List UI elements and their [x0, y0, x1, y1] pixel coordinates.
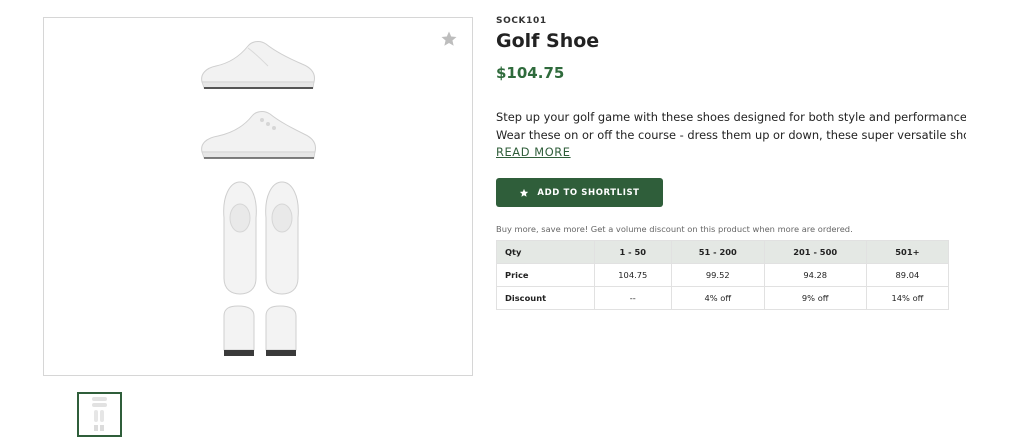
table-cell: 9% off — [763, 286, 867, 310]
table-row: Discount -- 4% off 9% off 14% off — [496, 286, 950, 310]
table-cell: 94.28 — [763, 263, 867, 287]
table-header-cell: 201 - 500 — [763, 240, 867, 264]
volume-discount-note: Buy more, save more! Get a volume discou… — [496, 224, 853, 234]
product-sku: SOCK101 — [496, 16, 547, 26]
table-header-cell: 1 - 50 — [593, 240, 672, 264]
product-image-gallery[interactable] — [43, 17, 473, 376]
read-more-link[interactable]: READ MORE — [496, 145, 571, 159]
add-to-shortlist-label: ADD TO SHORTLIST — [537, 187, 640, 198]
star-icon[interactable] — [440, 30, 458, 48]
table-cell: 104.75 — [593, 263, 672, 287]
table-cell: 89.04 — [865, 263, 950, 287]
table-cell: 99.52 — [670, 263, 765, 287]
table-header-cell: 51 - 200 — [670, 240, 765, 264]
thumbnail-image — [92, 397, 107, 431]
product-description: Step up your golf game with these shoes … — [496, 108, 966, 144]
product-price: $104.75 — [496, 64, 565, 82]
table-cell: 4% off — [670, 286, 765, 310]
table-row: Price 104.75 99.52 94.28 89.04 — [496, 263, 950, 287]
star-icon — [520, 188, 529, 197]
shoe-side-view-image — [201, 41, 315, 89]
table-cell: Discount — [496, 286, 595, 310]
table-cell: 14% off — [865, 286, 950, 310]
product-thumbnail[interactable] — [77, 392, 122, 437]
shoe-top-view-image — [223, 181, 299, 295]
shoe-lateral-view-image — [201, 111, 316, 159]
volume-pricing-table: Qty 1 - 50 51 - 200 201 - 500 501+ Price… — [496, 240, 950, 310]
table-header-cell: 501+ — [865, 240, 950, 264]
add-to-shortlist-button[interactable]: ADD TO SHORTLIST — [496, 178, 663, 207]
description-line: Wear these on or off the course - dress … — [496, 128, 966, 142]
product-title: Golf Shoe — [496, 30, 600, 52]
shoe-back-view-image — [223, 305, 297, 356]
table-cell: Price — [496, 263, 595, 287]
description-line: Step up your golf game with these shoes … — [496, 110, 966, 124]
table-header-cell: Qty — [496, 240, 595, 264]
table-cell: -- — [593, 286, 672, 310]
table-header-row: Qty 1 - 50 51 - 200 201 - 500 501+ — [496, 240, 950, 264]
